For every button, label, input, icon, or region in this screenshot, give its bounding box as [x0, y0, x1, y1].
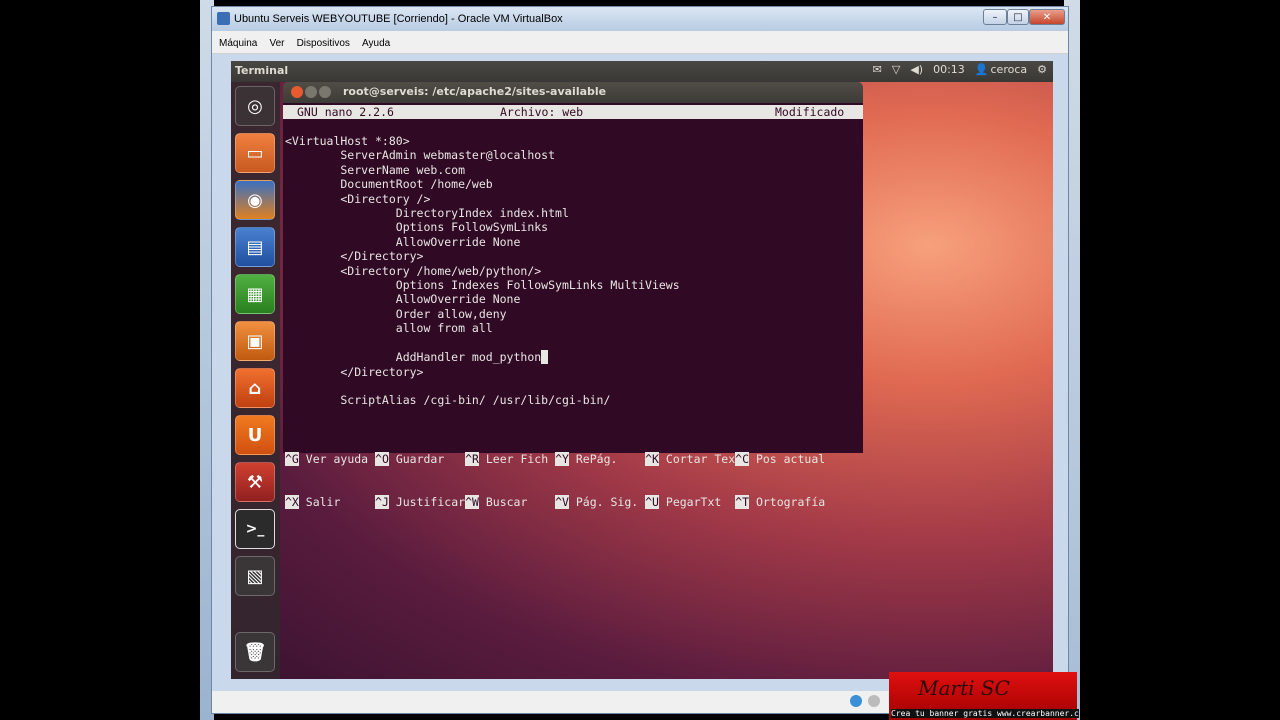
terminal-maximize-button[interactable]: [319, 86, 331, 98]
terminal-launcher-icon[interactable]: >_: [235, 509, 275, 549]
firefox-icon[interactable]: ◉: [235, 180, 275, 220]
code-line: ServerName web.com: [285, 162, 466, 177]
panel-app-title: Terminal: [235, 64, 289, 77]
network-icon[interactable]: ▽: [892, 63, 900, 76]
shortcut-key: ^U: [645, 495, 659, 510]
trash-icon[interactable]: 🗑: [235, 632, 275, 672]
code-line: Options FollowSymLinks: [285, 220, 549, 235]
menu-ayuda[interactable]: Ayuda: [362, 38, 390, 49]
minimize-button[interactable]: –: [983, 9, 1007, 25]
shortcut-row-1: ^G Ver ayuda ^O Guardar ^R Leer Fich ^Y …: [285, 451, 826, 466]
code-line: AllowOverride None: [285, 234, 521, 249]
shortcut-label: Leer Fich: [478, 451, 556, 466]
shortcut-label: Ortografía: [749, 495, 826, 510]
banner-signature: Marti SC: [918, 676, 1010, 700]
shortcut-key: ^W: [465, 495, 479, 510]
code-line: </Directory>: [285, 364, 424, 379]
virtualbox-titlebar[interactable]: Ubuntu Serveis WEBYOUTUBE [Corriendo] - …: [212, 7, 1068, 31]
shortcut-key: ^X: [285, 495, 299, 510]
system-settings-icon[interactable]: ⚒: [235, 462, 275, 502]
network-status-icon[interactable]: [850, 695, 862, 707]
shortcut-row-2: ^X Salir ^J Justificar^W Buscar ^V Pág. …: [285, 495, 826, 510]
dash-home-icon[interactable]: ◎: [235, 86, 275, 126]
nano-version: GNU nano 2.2.6: [297, 105, 394, 119]
terminal-minimize-button[interactable]: [305, 86, 317, 98]
nano-filename: Archivo: web: [500, 105, 584, 119]
shortcut-label: Pos actual: [749, 451, 826, 466]
terminal-titlebar[interactable]: root@serveis: /etc/apache2/sites-availab…: [283, 82, 863, 103]
nano-header: GNU nano 2.2.6 Archivo: web Modificado: [283, 105, 863, 119]
shortcut-key: ^G: [285, 451, 299, 466]
terminal-window[interactable]: root@serveis: /etc/apache2/sites-availab…: [283, 82, 863, 510]
maximize-button[interactable]: □: [1007, 9, 1029, 25]
code-line: </Directory>: [285, 249, 424, 264]
mail-icon[interactable]: ✉: [873, 63, 882, 76]
shortcut-label: Cortar Tex: [658, 451, 736, 466]
terminal-close-button[interactable]: [291, 86, 303, 98]
file-content[interactable]: <VirtualHost *:80> ServerAdmin webmaster…: [285, 134, 680, 408]
gear-icon[interactable]: ⚙: [1037, 63, 1047, 76]
code-line: <VirtualHost *:80>: [285, 134, 410, 148]
shortcut-label: Ver ayuda: [298, 451, 376, 466]
menu-ver[interactable]: Ver: [269, 38, 284, 49]
shortcut-label: RePág.: [568, 451, 646, 466]
workspaces-icon[interactable]: ▧: [235, 556, 275, 596]
files-icon[interactable]: ▭: [235, 133, 275, 173]
software-center-icon[interactable]: ⌂: [235, 368, 275, 408]
code-line: Options Indexes FollowSymLinks MultiView…: [285, 278, 680, 293]
shortcut-key: ^C: [735, 451, 750, 466]
close-button[interactable]: ✕: [1029, 9, 1065, 25]
nano-modified-status: Modificado: [775, 105, 845, 119]
menu-maquina[interactable]: Máquina: [219, 38, 257, 49]
shortcut-label: Buscar: [478, 495, 556, 510]
ubuntu-one-icon[interactable]: U: [235, 415, 275, 455]
code-line: ServerAdmin webmaster@localhost: [285, 148, 556, 163]
terminal-title: root@serveis: /etc/apache2/sites-availab…: [343, 85, 607, 98]
impress-icon[interactable]: ▣: [235, 321, 275, 361]
code-line: Order allow,deny: [285, 306, 507, 321]
clock[interactable]: 00:13: [933, 63, 965, 76]
shortcut-key: ^T: [735, 495, 750, 510]
code-line: <Directory /home/web/python/>: [285, 263, 542, 278]
writer-icon[interactable]: ▤: [235, 227, 275, 267]
code-line: ScriptAlias /cgi-bin/ /usr/lib/cgi-bin/: [285, 393, 611, 408]
shortcut-key: ^K: [645, 451, 659, 466]
virtualbox-icon: [217, 12, 230, 25]
panel-indicators: ✉ ▽ ◀) 00:13 👤 ceroca ⚙: [873, 63, 1047, 76]
code-line: allow from all: [285, 321, 493, 336]
user-name[interactable]: ceroca: [991, 63, 1028, 76]
shortcut-key: ^R: [465, 451, 479, 466]
shortcut-key: ^J: [375, 495, 389, 510]
code-line: AddHandler mod_python: [285, 350, 680, 365]
shortcut-key: ^Y: [555, 451, 569, 466]
usb-status-icon[interactable]: [868, 695, 880, 707]
code-line: DocumentRoot /home/web: [285, 177, 493, 192]
code-line: <Directory />: [285, 191, 431, 206]
shortcut-key: ^O: [375, 451, 389, 466]
shortcut-label: Pág. Sig.: [568, 495, 646, 510]
menu-dispositivos[interactable]: Dispositivos: [297, 38, 350, 49]
banner-caption: Crea tu banner gratis www.crearbanner.c: [891, 709, 1079, 718]
shortcut-key: ^V: [555, 495, 569, 510]
unity-launcher: ◎ ▭ ◉ ▤ ▦ ▣ ⌂ U ⚒ >_ ▧ 🗑: [231, 82, 280, 679]
ubuntu-top-panel: Terminal ✉ ▽ ◀) 00:13 👤 ceroca ⚙: [231, 61, 1053, 82]
terminal-body[interactable]: GNU nano 2.2.6 Archivo: web Modificado <…: [283, 103, 863, 510]
shortcut-label: Justificar: [388, 495, 466, 510]
user-icon[interactable]: 👤: [975, 63, 989, 76]
shortcut-label: Salir: [298, 495, 376, 510]
code-line: AllowOverride None: [285, 292, 521, 307]
banner: Marti SC Crea tu banner gratis www.crear…: [889, 672, 1079, 720]
virtualbox-menubar: Máquina Ver Dispositivos Ayuda: [212, 31, 1068, 54]
window-title: Ubuntu Serveis WEBYOUTUBE [Corriendo] - …: [234, 13, 563, 25]
code-line: DirectoryIndex index.html: [285, 206, 569, 221]
shortcut-label: Guardar: [388, 451, 466, 466]
shortcut-label: PegarTxt: [658, 495, 736, 510]
text-cursor: [541, 350, 549, 365]
calc-icon[interactable]: ▦: [235, 274, 275, 314]
volume-icon[interactable]: ◀): [910, 63, 923, 76]
ubuntu-desktop: Terminal ✉ ▽ ◀) 00:13 👤 ceroca ⚙ ◎ ▭ ◉ ▤…: [231, 61, 1053, 679]
nano-shortcuts: ^G Ver ayuda ^O Guardar ^R Leer Fich ^Y …: [285, 423, 825, 538]
